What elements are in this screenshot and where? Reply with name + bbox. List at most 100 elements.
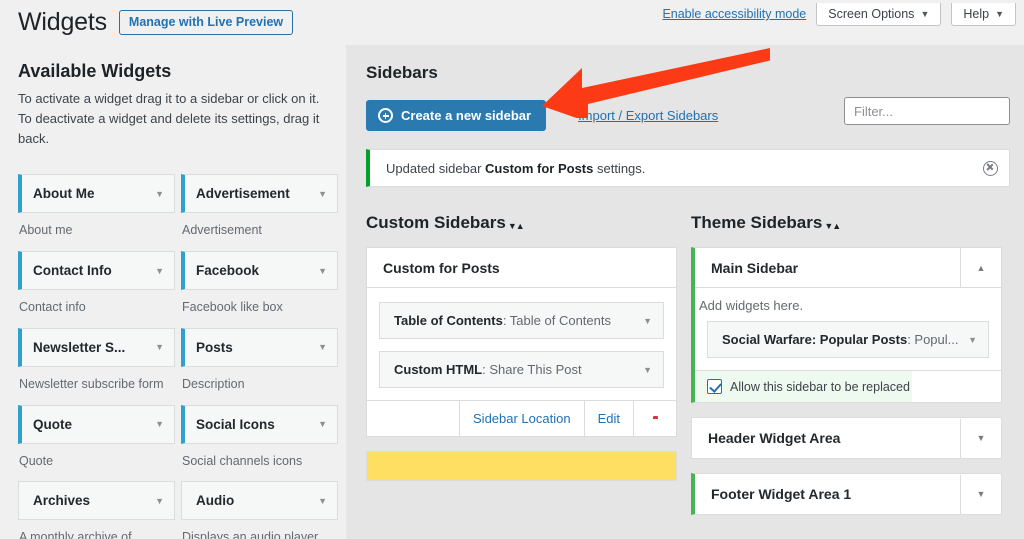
- delete-sidebar-button[interactable]: [633, 401, 676, 436]
- sidebars-columns: Custom Sidebars ▼▲ Custom for Posts Tabl…: [366, 213, 1010, 515]
- theme-sidebars-title: Theme Sidebars: [691, 213, 822, 233]
- widget-social-icons[interactable]: Social Icons ▼: [181, 405, 338, 444]
- sort-arrows-icon[interactable]: ▼▲: [508, 221, 524, 231]
- widget-newsletter-subscribe[interactable]: Newsletter S... ▼: [18, 328, 175, 367]
- panel-header-custom-for-posts[interactable]: Custom for Posts: [367, 248, 676, 288]
- notice-suffix: settings.: [593, 161, 645, 176]
- panel-header-row[interactable]: Header Widget Area ▼: [692, 418, 1001, 458]
- enable-accessibility-mode-link[interactable]: Enable accessibility mode: [662, 0, 806, 28]
- create-new-sidebar-label: Create a new sidebar: [401, 108, 531, 123]
- widget-row-text: Table of Contents: Table of Contents: [394, 313, 611, 328]
- widget-audio[interactable]: Audio ▼: [181, 481, 338, 520]
- theme-sidebars-column: Theme Sidebars ▼▲ Main Sidebar ▲ Add wid…: [691, 213, 1002, 515]
- widget-row-custom-html[interactable]: Custom HTML: Share This Post ▼: [379, 351, 664, 388]
- widget-name: Quote: [33, 417, 72, 432]
- chevron-down-icon: ▼: [155, 419, 164, 429]
- footer-spacer: [367, 401, 459, 436]
- widget-description: Advertisement: [181, 221, 338, 240]
- custom-sidebars-heading: Custom Sidebars ▼▲: [366, 213, 677, 233]
- chevron-up-icon[interactable]: ▲: [960, 248, 1001, 287]
- main-sidebar-hint: Add widgets here.: [695, 288, 1001, 317]
- allow-replace-row: Allow this sidebar to be replaced: [695, 370, 1001, 402]
- widget-row-text: Social Warfare: Popular Posts: Popul...: [722, 332, 959, 347]
- create-new-sidebar-button[interactable]: Create a new sidebar: [366, 100, 546, 131]
- available-widgets-column: Widgets Manage with Live Preview Availab…: [18, 8, 338, 539]
- chevron-down-icon: ▼: [995, 9, 1004, 19]
- available-widgets-heading: Available Widgets: [18, 61, 338, 82]
- panel-title: Custom for Posts: [383, 260, 500, 276]
- updated-notice: Updated sidebar Custom for Posts setting…: [366, 149, 1010, 187]
- manage-with-live-preview-button[interactable]: Manage with Live Preview: [119, 10, 293, 35]
- edit-button[interactable]: Edit: [584, 401, 633, 436]
- widget-description: Contact info: [18, 298, 175, 317]
- screen-options-button[interactable]: Screen Options ▼: [816, 3, 941, 26]
- filter-input[interactable]: [844, 97, 1010, 125]
- sort-arrows-icon[interactable]: ▼▲: [824, 221, 840, 231]
- chevron-down-icon: ▼: [155, 496, 164, 506]
- widget-description: Newsletter subscribe form: [18, 375, 175, 394]
- widget-name: Contact Info: [33, 263, 112, 278]
- widget-quote[interactable]: Quote ▼: [18, 405, 175, 444]
- widget-row-table-of-contents[interactable]: Table of Contents: Table of Contents ▼: [379, 302, 664, 339]
- widget-name: Posts: [196, 340, 233, 355]
- chevron-down-icon[interactable]: ▼: [960, 419, 1001, 458]
- widget-contact-info[interactable]: Contact Info ▼: [18, 251, 175, 290]
- available-widgets-description: To activate a widget drag it to a sideba…: [18, 89, 323, 149]
- widget-about-me[interactable]: About Me ▼: [18, 174, 175, 213]
- sidebars-panel: Sidebars Create a new sidebar Import / E…: [346, 45, 1024, 539]
- widget-row-sub: : Share This Post: [482, 362, 581, 377]
- panel-title: Main Sidebar: [711, 260, 798, 276]
- widget-description: Displays an audio player: [181, 528, 338, 539]
- chevron-down-icon: ▼: [920, 9, 929, 19]
- widget-cell: Posts ▼ Description: [181, 317, 338, 394]
- page-title-row: Widgets Manage with Live Preview: [18, 8, 338, 37]
- chevron-down-icon: ▼: [318, 189, 327, 199]
- custom-sidebars-column: Custom Sidebars ▼▲ Custom for Posts Tabl…: [366, 213, 677, 515]
- chevron-down-icon[interactable]: ▼: [960, 475, 1001, 514]
- widget-row-social-warfare[interactable]: Social Warfare: Popular Posts: Popul... …: [707, 321, 989, 358]
- widget-archives[interactable]: Archives ▼: [18, 481, 175, 520]
- panel-header-main-sidebar[interactable]: Main Sidebar ▲: [695, 248, 1001, 288]
- widget-facebook[interactable]: Facebook ▼: [181, 251, 338, 290]
- custom-sidebars-title: Custom Sidebars: [366, 213, 506, 233]
- allow-replace-bar: Allow this sidebar to be replaced: [695, 371, 912, 402]
- widget-description: Facebook like box: [181, 298, 338, 317]
- chevron-down-icon[interactable]: ▼: [643, 316, 652, 326]
- chevron-down-icon: ▼: [318, 496, 327, 506]
- widget-description: A monthly archive of: [18, 528, 175, 539]
- panel-body-custom-for-posts: Table of Contents: Table of Contents ▼ C…: [367, 288, 676, 388]
- chevron-down-icon[interactable]: ▼: [968, 335, 977, 345]
- panel-body-main-sidebar: Social Warfare: Popular Posts: Popul... …: [695, 317, 1001, 358]
- widget-cell: About Me ▼ About me: [18, 163, 175, 240]
- panel-footer-widget-area-1: Footer Widget Area 1 ▼: [691, 473, 1002, 515]
- import-export-sidebars-link[interactable]: Import / Export Sidebars: [578, 108, 718, 123]
- widget-row-sub: : Table of Contents: [503, 313, 611, 328]
- chevron-down-icon[interactable]: ▼: [643, 365, 652, 375]
- widget-advertisement[interactable]: Advertisement ▼: [181, 174, 338, 213]
- widget-cell: Archives ▼ A monthly archive of: [18, 470, 175, 539]
- widget-row-text: Custom HTML: Share This Post: [394, 362, 582, 377]
- allow-replace-checkbox[interactable]: [707, 379, 722, 394]
- dismiss-notice-icon[interactable]: [983, 161, 998, 176]
- widget-description: Social channels icons: [181, 452, 338, 471]
- available-widgets-grid: About Me ▼ About me Advertisement ▼ Adve…: [18, 163, 338, 539]
- widget-description: Quote: [18, 452, 175, 471]
- panel-main-sidebar: Main Sidebar ▲ Add widgets here. Social …: [691, 247, 1002, 403]
- panel-highlighted-sidebar[interactable]: [366, 451, 677, 481]
- widget-posts[interactable]: Posts ▼: [181, 328, 338, 367]
- widget-cell: Audio ▼ Displays an audio player: [181, 470, 338, 539]
- chevron-down-icon: ▼: [155, 266, 164, 276]
- panel-header-row[interactable]: Footer Widget Area 1 ▼: [695, 474, 1001, 514]
- widgets-admin-page: Enable accessibility mode Screen Options…: [0, 0, 1024, 539]
- notice-prefix: Updated sidebar: [386, 161, 485, 176]
- panel-title: Header Widget Area: [708, 430, 840, 446]
- help-button[interactable]: Help ▼: [951, 3, 1016, 26]
- panel-custom-for-posts: Custom for Posts Table of Contents: Tabl…: [366, 247, 677, 437]
- widget-cell: Advertisement ▼ Advertisement: [181, 163, 338, 240]
- chevron-down-icon: ▼: [318, 342, 327, 352]
- panel-header-widget-area: Header Widget Area ▼: [691, 417, 1002, 459]
- chevron-down-icon: ▼: [318, 266, 327, 276]
- plus-circle-icon: [378, 108, 393, 123]
- sidebar-location-button[interactable]: Sidebar Location: [459, 401, 584, 436]
- theme-sidebars-heading: Theme Sidebars ▼▲: [691, 213, 1002, 233]
